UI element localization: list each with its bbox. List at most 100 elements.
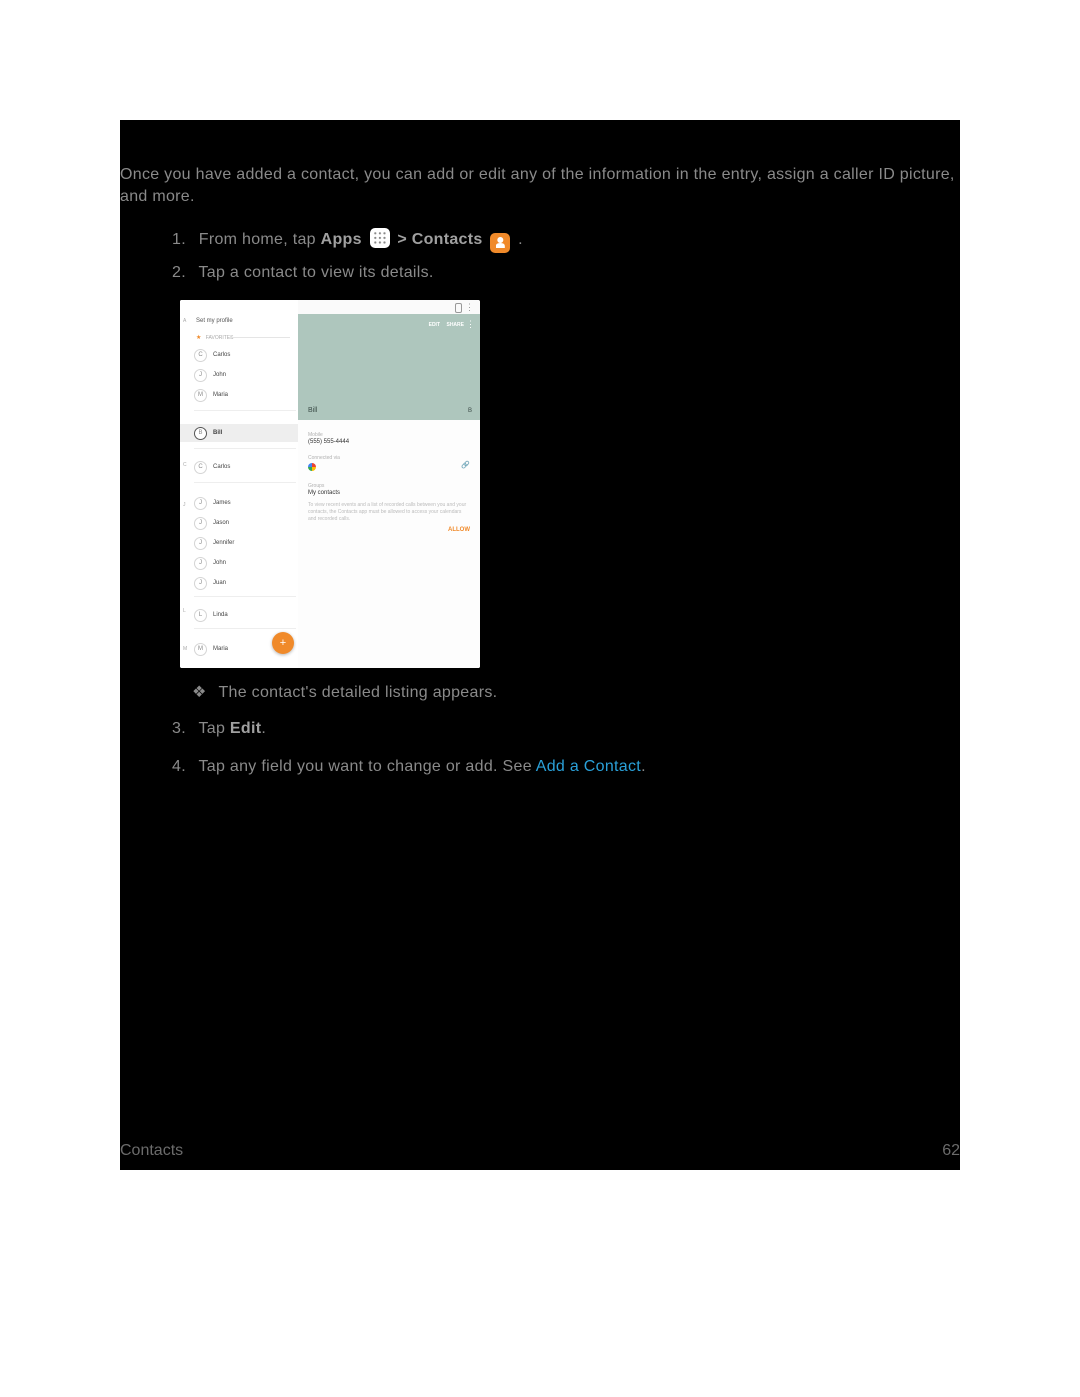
divider: [194, 410, 296, 411]
phone-number[interactable]: (555) 555-4444: [308, 439, 470, 445]
link-icon[interactable]: 🔗: [461, 461, 470, 469]
contact-name: Linda: [213, 612, 228, 618]
contact-name: Maria: [213, 392, 228, 398]
contact-name: Carlos: [213, 464, 230, 470]
alpha-rail[interactable]: A B C J L M: [180, 314, 192, 668]
contact-detail-pane: EDIT SHARE ⋮ Bill B Mobile (555) 555-444…: [298, 314, 480, 668]
contact-row[interactable]: J Juan: [194, 574, 296, 592]
contact-initial: B: [468, 408, 472, 414]
footer-page-number: 62: [942, 1142, 960, 1160]
contact-row[interactable]: J John: [194, 366, 296, 384]
contact-row[interactable]: J James: [194, 494, 296, 512]
list-number: 4.: [166, 758, 186, 776]
groups-value: My contacts: [308, 490, 470, 496]
step-end: .: [261, 720, 266, 737]
apps-icon: [370, 228, 390, 248]
avatar: M: [194, 643, 207, 656]
gt: >: [397, 231, 411, 248]
overflow-menu-icon[interactable]: ⋮: [465, 302, 474, 312]
avatar: J: [194, 557, 207, 570]
contact-row-selected[interactable]: B Bill: [180, 424, 298, 442]
contact-row[interactable]: M Maria: [194, 386, 296, 404]
mic-icon[interactable]: [455, 303, 462, 313]
edit-label: Edit: [230, 720, 261, 737]
divider: [194, 482, 296, 483]
avatar: J: [194, 517, 207, 530]
add-contact-link[interactable]: Add a Contact: [536, 758, 641, 775]
contact-row[interactable]: C Carlos: [194, 346, 296, 364]
contacts-label: Contacts: [412, 231, 483, 248]
avatar: C: [194, 349, 207, 362]
rail-letter[interactable]: M: [183, 646, 187, 652]
groups-label: Groups: [308, 483, 470, 489]
step-2: 2. Tap a contact to view its details.: [166, 264, 434, 282]
step-3: 3. Tap Edit.: [166, 720, 266, 738]
add-contact-fab[interactable]: +: [272, 632, 294, 654]
list-number: 1.: [166, 231, 186, 249]
divider: [194, 448, 296, 449]
overflow-menu-icon[interactable]: ⋮: [466, 319, 475, 330]
avatar: J: [194, 577, 207, 590]
contact-name: Jennifer: [213, 540, 234, 546]
star-icon: ★: [196, 335, 201, 341]
content-block: Once you have added a contact, you can a…: [120, 120, 960, 1170]
avatar: J: [194, 497, 207, 510]
google-icon: [308, 463, 316, 471]
favorites-header: ★ FAVORITES: [196, 334, 233, 341]
page: Once you have added a contact, you can a…: [0, 0, 1080, 1397]
step-text: Tap a contact to view its details.: [198, 264, 433, 281]
screenshot: CONTACTS Search ⋮ A B C J L M Set my pro…: [180, 300, 480, 668]
avatar: C: [194, 461, 207, 474]
rail-letter[interactable]: A: [183, 318, 186, 324]
avatar: J: [194, 369, 207, 382]
avatar: B: [194, 427, 207, 440]
avatar: M: [194, 389, 207, 402]
avatar: L: [194, 609, 207, 622]
list-number: 2.: [166, 264, 186, 282]
contact-row[interactable]: J Jason: [194, 514, 296, 532]
contacts-icon: [490, 233, 510, 253]
bullet-text: The contact's detailed listing appears.: [218, 684, 497, 701]
step-end: .: [518, 231, 523, 248]
sub-bullet: ❖ The contact's detailed listing appears…: [192, 682, 497, 702]
step-text: From home, tap: [199, 231, 321, 248]
step-1: 1. From home, tap Apps > Contacts .: [166, 228, 523, 253]
contact-name: John: [213, 560, 226, 566]
contact-row[interactable]: J John: [194, 554, 296, 572]
avatar: J: [194, 537, 207, 550]
allow-button[interactable]: ALLOW: [308, 527, 470, 533]
rail-letter[interactable]: L: [183, 608, 186, 614]
contact-name: John: [213, 372, 226, 378]
contact-info: Mobile (555) 555-4444 Connected via 🔗 Gr…: [298, 420, 480, 541]
step-4: 4. Tap any field you want to change or a…: [166, 758, 646, 776]
contact-name: Bill: [213, 430, 222, 436]
contact-list-pane: A B C J L M Set my profile ★ FAVORITES C…: [180, 300, 298, 668]
contact-hero: EDIT SHARE ⋮ Bill B: [298, 314, 480, 420]
footer-section: Contacts: [120, 1142, 183, 1160]
edit-button[interactable]: EDIT: [429, 322, 440, 328]
step-text: Tap any field you want to change or add.…: [198, 758, 535, 775]
contact-row[interactable]: C Carlos: [194, 458, 296, 476]
contact-name: Carlos: [213, 352, 230, 358]
divider: [230, 337, 290, 338]
step-end: .: [641, 758, 646, 775]
contact-row[interactable]: J Jennifer: [194, 534, 296, 552]
divider: [194, 628, 296, 629]
diamond-bullet-icon: ❖: [192, 682, 202, 702]
rail-letter[interactable]: C: [183, 462, 187, 468]
intro-paragraph: Once you have added a contact, you can a…: [120, 164, 960, 208]
contact-name: James: [213, 500, 231, 506]
apps-label: Apps: [321, 231, 362, 248]
contact-name: Jason: [213, 520, 229, 526]
share-button[interactable]: SHARE: [446, 322, 464, 328]
my-profile[interactable]: Set my profile: [196, 318, 233, 324]
favorites-label: FAVORITES: [206, 335, 234, 341]
rail-letter[interactable]: J: [183, 502, 186, 508]
contact-name: Juan: [213, 580, 226, 586]
permission-note: To view recent events and a list of reco…: [308, 502, 470, 523]
contact-name: Maria: [213, 646, 228, 652]
contact-row[interactable]: L Linda: [194, 606, 296, 624]
phone-label: Mobile: [308, 432, 470, 438]
step-text: Tap: [198, 720, 229, 737]
divider: [194, 596, 296, 597]
